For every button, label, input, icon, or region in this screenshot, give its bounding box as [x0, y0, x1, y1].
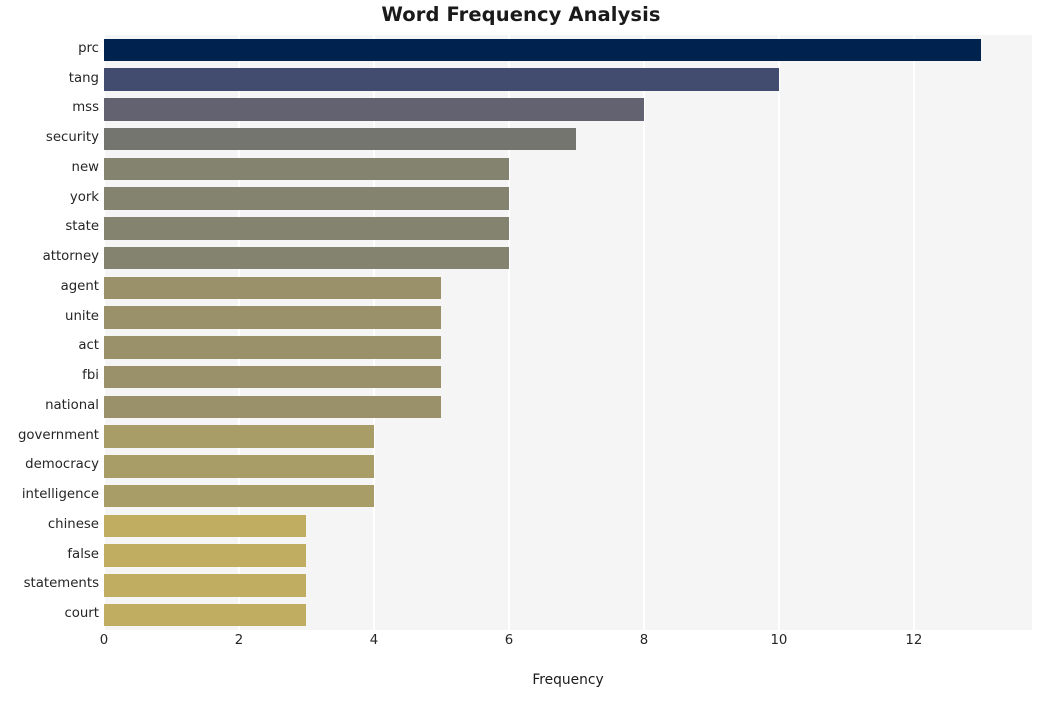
bar-state[interactable] — [104, 217, 509, 240]
x-tick-label-8: 8 — [639, 633, 649, 648]
bar-attorney[interactable] — [104, 246, 509, 270]
bar-row — [104, 514, 1032, 538]
bar-prc[interactable] — [104, 38, 982, 62]
bar-row — [104, 217, 1032, 240]
x-tick-label-10: 10 — [770, 633, 788, 648]
y-tick-label-security: security — [45, 130, 99, 146]
bar-row — [104, 187, 1032, 210]
bar-new[interactable] — [104, 157, 509, 181]
y-tick-label-new: new — [71, 159, 99, 175]
bar-row — [104, 603, 1032, 627]
bar-tang[interactable] — [104, 68, 779, 91]
bar-row — [104, 336, 1032, 359]
y-tick-label-chinese: chinese — [47, 516, 99, 532]
y-tick-label-government: government — [17, 427, 99, 443]
bar-row — [104, 127, 1032, 151]
y-tick-label-intelligence: intelligence — [21, 487, 99, 503]
bar-intelligence[interactable] — [104, 484, 374, 508]
chart-figure: Word Frequency Analysis prc tang mss securi… — [0, 0, 1042, 701]
x-axis-tick-labels: 0 2 4 6 8 10 12 — [0, 633, 1042, 663]
bar-false[interactable] — [104, 544, 307, 567]
bar-row — [104, 365, 1032, 389]
y-tick-label-prc: prc — [78, 40, 99, 56]
y-axis-tick-labels: prc tang mss security new york state attorney ag… — [0, 35, 99, 630]
bar-row — [104, 425, 1032, 448]
bar-mss[interactable] — [104, 98, 644, 121]
bar-row — [104, 68, 1032, 91]
bar-statements[interactable] — [104, 574, 307, 597]
bars-layer — [104, 35, 1032, 630]
y-tick-label-tang: tang — [68, 70, 99, 86]
bar-court[interactable] — [104, 603, 307, 627]
bar-agent[interactable] — [104, 276, 442, 300]
plot-area — [104, 35, 1032, 630]
bar-chinese[interactable] — [104, 514, 307, 538]
y-tick-label-false: false — [67, 546, 99, 562]
bar-row — [104, 98, 1032, 121]
y-tick-label-act: act — [78, 338, 99, 354]
bar-row — [104, 544, 1032, 567]
bar-row — [104, 276, 1032, 300]
bar-york[interactable] — [104, 187, 509, 210]
x-tick-label-6: 6 — [504, 633, 514, 648]
y-tick-label-democracy: democracy — [25, 457, 99, 473]
bar-row — [104, 455, 1032, 478]
bar-row — [104, 38, 1032, 62]
x-tick-label-4: 4 — [369, 633, 379, 648]
y-tick-label-attorney: attorney — [42, 249, 99, 265]
y-tick-label-statements: statements — [23, 576, 99, 592]
bar-row — [104, 246, 1032, 270]
x-tick-label-12: 12 — [905, 633, 923, 648]
bar-row — [104, 157, 1032, 181]
y-tick-label-agent: agent — [60, 278, 99, 294]
bar-national[interactable] — [104, 395, 442, 419]
bar-democracy[interactable] — [104, 455, 374, 478]
bar-act[interactable] — [104, 336, 442, 359]
y-tick-label-unite: unite — [65, 308, 99, 324]
y-tick-label-national: national — [45, 397, 99, 413]
chart-title: Word Frequency Analysis — [381, 3, 661, 26]
bar-government[interactable] — [104, 425, 374, 448]
bar-row — [104, 574, 1032, 597]
bar-row — [104, 395, 1032, 419]
bar-row — [104, 306, 1032, 329]
x-tick-label-0: 0 — [99, 633, 109, 648]
y-tick-label-york: york — [69, 189, 99, 205]
x-axis-label: Frequency — [532, 672, 604, 688]
y-tick-label-state: state — [65, 219, 99, 235]
bar-security[interactable] — [104, 127, 577, 151]
y-tick-label-mss: mss — [72, 100, 99, 116]
y-tick-label-fbi: fbi — [82, 368, 99, 384]
bar-fbi[interactable] — [104, 365, 442, 389]
bar-row — [104, 484, 1032, 508]
y-tick-label-court: court — [64, 606, 99, 622]
bar-unite[interactable] — [104, 306, 442, 329]
x-tick-label-2: 2 — [234, 633, 244, 648]
